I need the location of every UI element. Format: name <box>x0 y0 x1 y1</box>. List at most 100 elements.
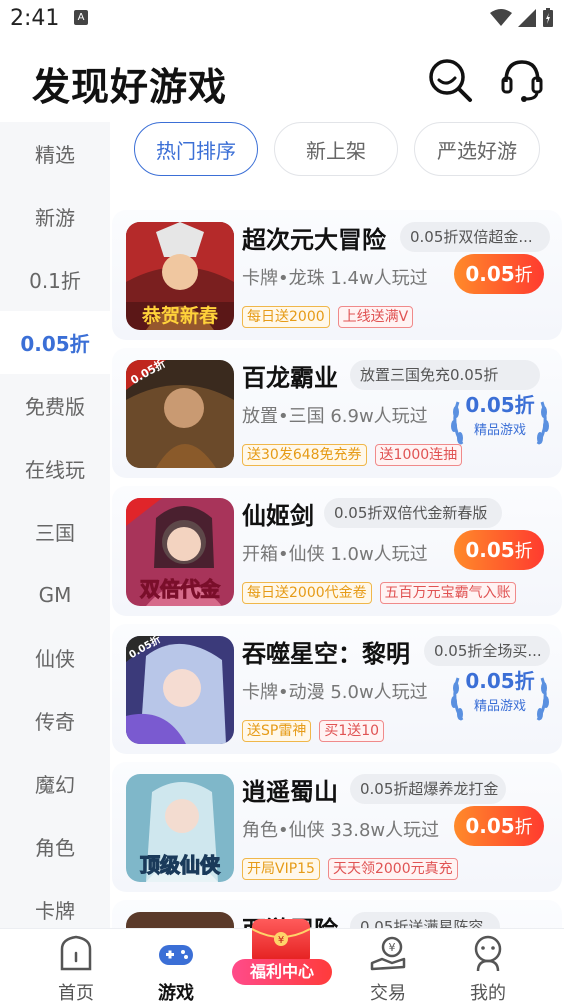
tab-hot[interactable]: 热门排序 <box>134 122 258 176</box>
sidebar-item-chuanqi[interactable]: 传奇 <box>0 689 110 752</box>
perk-chip: 开局VIP15 <box>242 858 320 880</box>
discount-value: 0.05 <box>465 814 515 838</box>
discount-unit: 折 <box>514 265 533 286</box>
game-card[interactable]: 恭贺新春 超次元大冒险 0.05折双倍超金... 卡牌•龙珠 1.4w人玩过 0… <box>112 210 562 340</box>
game-thumbnail: 0.05折 <box>126 636 234 744</box>
discount-badge[interactable]: 0.05折 <box>454 806 544 846</box>
game-list: 恭贺新春 超次元大冒险 0.05折双倍超金... 卡牌•龙珠 1.4w人玩过 0… <box>110 206 564 928</box>
game-card[interactable]: 0.05折 百龙霸业 放置三国免充0.05折 放置•三国 6.9w人玩过 0.0… <box>112 348 562 478</box>
thumbnail-caption: 顶级仙侠 <box>140 853 221 877</box>
discount-value: 0.05 <box>465 262 515 286</box>
sidebar-item-0.1-discount[interactable]: 0.1折 <box>0 248 110 311</box>
tab-new[interactable]: 新上架 <box>274 122 398 176</box>
perk-chip: 买1送10 <box>319 720 385 742</box>
notification-icon: A <box>74 10 88 25</box>
bottom-nav: 首页 游戏 ¥ 福利中心 ¥ 交易 我的 <box>0 919 564 1004</box>
discount-badge[interactable]: 0.05折 <box>454 530 544 570</box>
sort-tabs: 热门排序 新上架 严选好游 <box>132 122 564 178</box>
perk-chips: 每日送2000 上线送满V <box>242 306 414 328</box>
seal-value: 0.05折 <box>465 393 534 417</box>
sidebar-item-free[interactable]: 免费版 <box>0 374 110 437</box>
nav-label: 游戏 <box>158 983 194 1004</box>
game-card[interactable]: 双倍代金 仙姬剑 0.05折双倍代金新春版 开箱•仙侠 1.0w人玩过 0.05… <box>112 486 562 616</box>
perk-chip: 天天领2000元真充 <box>327 858 458 880</box>
game-info: 卡牌•龙珠 1.4w人玩过 <box>242 268 428 289</box>
game-card[interactable]: 顶级仙侠 逍遥蜀山 0.05折超爆养龙打金 角色•仙侠 33.8w人玩过 0.0… <box>112 762 562 892</box>
signal-icon <box>518 9 536 27</box>
perk-chip: 送SP雷神 <box>242 720 312 742</box>
discount-badge[interactable]: 0.05折 <box>454 254 544 294</box>
perk-chips: 开局VIP15 天天领2000元真充 <box>242 858 458 880</box>
wifi-icon <box>490 9 512 26</box>
thumbnail-caption: 恭贺新春 <box>141 304 218 327</box>
perk-chips: 送30发648免充券 送1000连抽 <box>242 444 463 466</box>
svg-text:¥: ¥ <box>389 941 396 954</box>
game-tag: 0.05折双倍超金... <box>400 222 550 252</box>
nav-games[interactable]: 游戏 <box>136 935 216 1004</box>
sidebar-item-online[interactable]: 在线玩 <box>0 437 110 500</box>
discount-unit: 折 <box>514 541 533 562</box>
game-thumbnail: 双倍代金 <box>126 498 234 606</box>
game-card[interactable]: 西游冒险 0.05折送满星阵容 <box>112 900 562 928</box>
tab-curated[interactable]: 严选好游 <box>414 122 540 176</box>
status-icons <box>490 8 554 28</box>
perk-chips: 每日送2000代金卷 五百万元宝霸气入账 <box>242 582 516 604</box>
game-info: 角色•仙侠 33.8w人玩过 <box>242 820 440 841</box>
game-info: 放置•三国 6.9w人玩过 <box>242 406 428 427</box>
status-time: 2:41 <box>10 6 60 31</box>
discount-value: 0.05 <box>465 538 515 562</box>
game-info: 开箱•仙侠 1.0w人玩过 <box>242 544 428 565</box>
sidebar-item-jingxuan[interactable]: 精选 <box>0 122 110 185</box>
seal-caption: 精品游戏 <box>474 699 526 714</box>
nav-label: 交易 <box>370 983 406 1004</box>
sidebar-item-xianxia[interactable]: 仙侠 <box>0 626 110 689</box>
nav-home[interactable]: 首页 <box>36 935 116 1004</box>
perk-chip: 送30发648免充券 <box>242 444 367 466</box>
perk-chip: 每日送2000 <box>242 306 330 328</box>
game-thumbnail: 顶级仙侠 <box>126 774 234 882</box>
search-icon[interactable] <box>426 56 474 104</box>
discount-unit: 折 <box>514 817 533 838</box>
seal-value: 0.05折 <box>465 669 534 693</box>
category-sidebar: 精选 新游 0.1折 0.05折 免费版 在线玩 三国 GM 仙侠 传奇 魔幻 … <box>0 122 110 928</box>
game-thumbnail: 0.05折 <box>126 360 234 468</box>
sidebar-item-gm[interactable]: GM <box>0 563 110 626</box>
game-name: 吞噬星空：黎明 <box>242 640 410 668</box>
nav-label: 福利中心 <box>232 959 332 985</box>
game-tag: 0.05折双倍代金新春版 <box>324 498 502 528</box>
perk-chips: 送SP雷神 买1送10 <box>242 720 385 742</box>
sidebar-item-0.05-discount[interactable]: 0.05折 <box>0 311 110 374</box>
nav-mine[interactable]: 我的 <box>448 935 528 1004</box>
nav-welfare-center[interactable]: ¥ 福利中心 <box>228 919 336 999</box>
sidebar-item-juese[interactable]: 角色 <box>0 815 110 878</box>
premium-game-seal: 0.05折 精品游戏 <box>451 393 549 445</box>
premium-game-seal: 0.05折 精品游戏 <box>451 669 549 721</box>
game-thumbnail <box>126 912 234 928</box>
battery-icon <box>543 8 553 27</box>
page-title: 发现好游戏 <box>32 65 228 109</box>
seal-caption: 精品游戏 <box>474 423 526 438</box>
game-tag: 0.05折送满星阵容 <box>350 912 500 928</box>
customer-service-icon[interactable] <box>498 56 546 104</box>
nav-trade[interactable]: ¥ 交易 <box>348 935 428 1004</box>
gamepad-icon <box>159 945 193 965</box>
sidebar-item-xinyou[interactable]: 新游 <box>0 185 110 248</box>
svg-text:¥: ¥ <box>278 935 284 946</box>
game-card[interactable]: 0.05折 吞噬星空：黎明 0.05折全场买... 卡牌•动漫 5.0w人玩过 … <box>112 624 562 754</box>
game-name: 超次元大冒险 <box>242 226 386 254</box>
trade-icon: ¥ <box>370 936 406 971</box>
thumbnail-caption: 双倍代金 <box>140 577 221 601</box>
nav-label: 我的 <box>470 983 506 1004</box>
app-header: 发现好游戏 <box>0 52 564 112</box>
nav-label: 首页 <box>58 983 94 1004</box>
game-name: 逍遥蜀山 <box>242 778 338 806</box>
perk-chip: 每日送2000代金卷 <box>242 582 372 604</box>
profile-icon <box>474 935 502 972</box>
home-icon <box>60 935 92 971</box>
status-bar: 2:41 A <box>0 0 564 38</box>
perk-chip: 五百万元宝霸气入账 <box>379 582 516 604</box>
sidebar-item-mohuan[interactable]: 魔幻 <box>0 752 110 815</box>
game-name: 百龙霸业 <box>242 364 338 392</box>
sidebar-item-sanguo[interactable]: 三国 <box>0 500 110 563</box>
perk-chip: 送1000连抽 <box>374 444 463 466</box>
